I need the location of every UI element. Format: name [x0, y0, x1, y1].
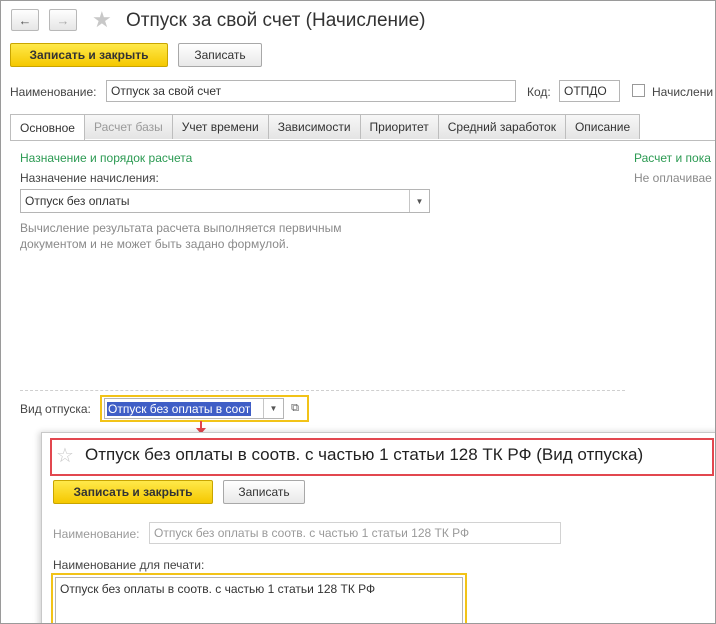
- chevron-down-icon[interactable]: ▼: [409, 190, 429, 212]
- tab-average-earnings[interactable]: Средний заработок: [437, 114, 566, 139]
- name-label: Наименование:: [10, 85, 97, 99]
- separator: [20, 390, 625, 391]
- leave-type-select[interactable]: Отпуск без оплаты в соот ▼: [104, 398, 284, 419]
- tab-description[interactable]: Описание: [564, 114, 641, 139]
- arrow-right-icon: →: [56, 12, 70, 28]
- tab-dependencies[interactable]: Зависимости: [267, 114, 361, 139]
- purpose-value: Отпуск без оплаты: [25, 194, 130, 208]
- calculation-note-line2: документом и не может быть задано формул…: [20, 237, 289, 251]
- leave-type-value: Отпуск без оплаты в соот: [107, 401, 252, 416]
- open-icon[interactable]: ⧉: [286, 398, 304, 419]
- popup-save-and-close-button[interactable]: Записать и закрыть: [53, 480, 213, 504]
- tab-divider: [10, 140, 715, 141]
- right-section-text: Не оплачивае: [634, 171, 712, 185]
- forward-button[interactable]: →: [49, 9, 77, 31]
- popup-name-label: Наименование:: [53, 527, 140, 541]
- popup-save-button[interactable]: Записать: [223, 480, 305, 504]
- leave-type-form: ☆ Отпуск без оплаты в соотв. с частью 1 …: [41, 432, 715, 623]
- leave-type-label: Вид отпуска:: [20, 402, 91, 416]
- save-and-close-button[interactable]: Записать и закрыть: [10, 43, 168, 67]
- print-name-textarea[interactable]: Отпуск без оплаты в соотв. с частью 1 ст…: [55, 577, 463, 623]
- popup-name-input[interactable]: Отпуск без оплаты в соотв. с частью 1 ст…: [149, 522, 561, 544]
- code-input[interactable]: ОТПДО: [559, 80, 620, 102]
- calculation-note-line1: Вычисление результата расчета выполняетс…: [20, 221, 342, 235]
- popup-title: Отпуск без оплаты в соотв. с частью 1 ст…: [85, 445, 644, 464]
- section-title: Назначение и порядок расчета: [20, 151, 193, 165]
- star-icon[interactable]: ★: [92, 7, 112, 33]
- tab-bar: Основное Расчет базы Учет времени Зависи…: [10, 114, 641, 141]
- checkbox-label: Начислени: [652, 85, 714, 99]
- code-label: Код:: [527, 85, 551, 99]
- tab-time-tracking[interactable]: Учет времени: [171, 114, 269, 139]
- arrow-left-icon: ←: [18, 12, 32, 28]
- back-button[interactable]: ←: [11, 9, 39, 31]
- purpose-select[interactable]: Отпуск без оплаты ▼: [20, 189, 430, 213]
- save-button[interactable]: Записать: [178, 43, 262, 67]
- tab-base-calculation[interactable]: Расчет базы: [83, 114, 173, 139]
- chevron-down-icon[interactable]: ▼: [263, 399, 283, 418]
- form-window: ← → ★ Отпуск за свой счет (Начисление) З…: [0, 0, 716, 624]
- accrual-checkbox[interactable]: [632, 84, 645, 97]
- purpose-label: Назначение начисления:: [20, 171, 159, 185]
- tab-main[interactable]: Основное: [10, 114, 85, 141]
- page-title: Отпуск за свой счет (Начисление): [126, 10, 426, 31]
- right-section-title: Расчет и пока: [634, 151, 711, 165]
- print-name-label: Наименование для печати:: [53, 558, 205, 572]
- name-input[interactable]: Отпуск за свой счет: [106, 80, 516, 102]
- star-icon[interactable]: ☆: [56, 443, 74, 468]
- print-name-value: Отпуск без оплаты в соотв. с частью 1 ст…: [60, 582, 376, 596]
- tab-priority[interactable]: Приоритет: [359, 114, 439, 139]
